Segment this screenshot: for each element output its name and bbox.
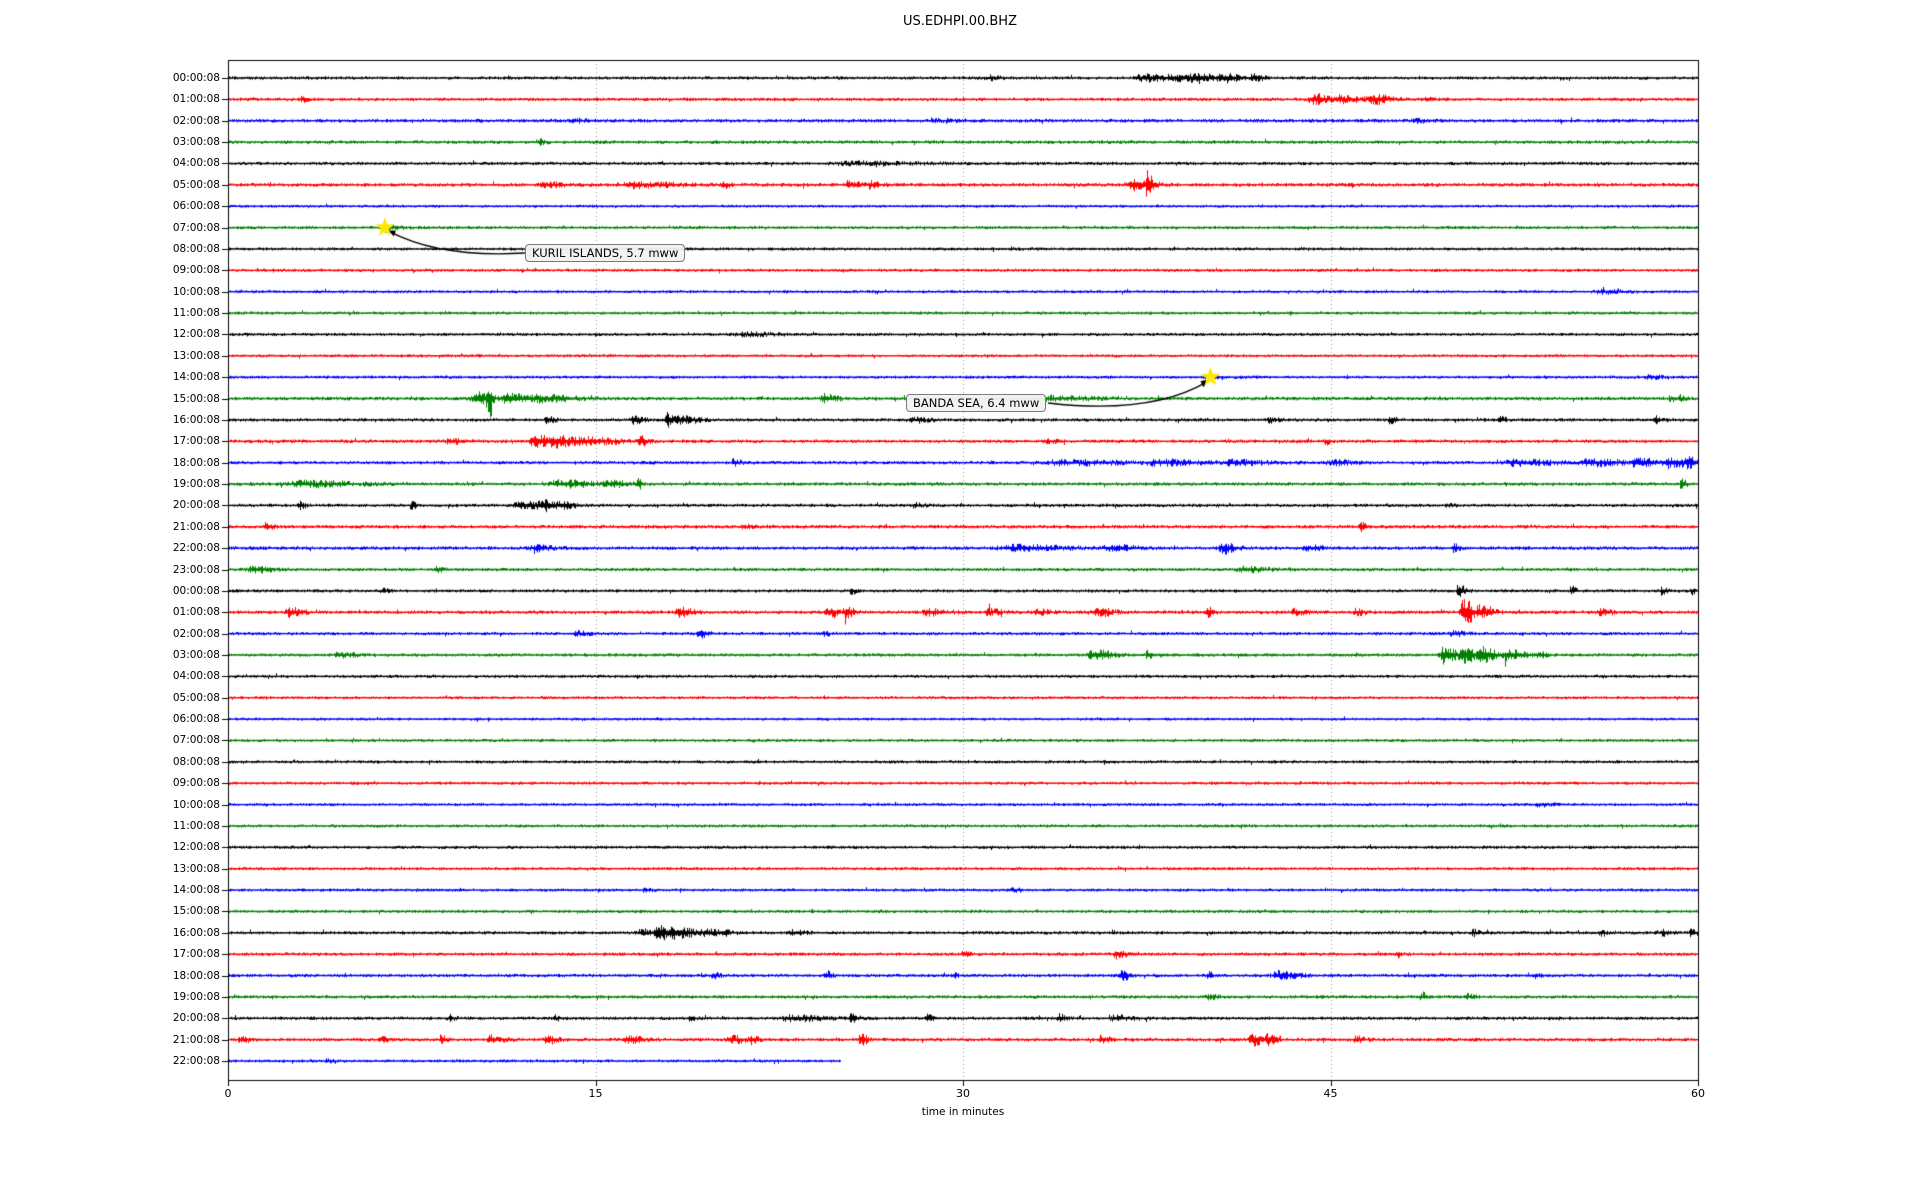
y-axis-label: 04:00:08	[172, 157, 220, 170]
y-axis-label: 12:00:08	[172, 841, 220, 854]
y-axis-label: 05:00:08	[172, 178, 220, 191]
y-axis-label: 07:00:08	[172, 221, 220, 234]
y-axis-label: 03:00:08	[172, 648, 220, 661]
y-axis-label: 01:00:08	[172, 606, 220, 619]
y-axis-label: 11:00:08	[172, 819, 220, 832]
y-axis-label: 08:00:08	[172, 755, 220, 768]
y-axis-label: 02:00:08	[172, 114, 220, 127]
y-axis-label: 22:00:08	[172, 542, 220, 555]
y-axis-label: 06:00:08	[172, 713, 220, 726]
helicorder-figure: US.EDHPI.00.BHZ 00:00:08 01:00:08 02:00:08…	[0, 0, 1920, 1200]
seismogram-canvas	[0, 0, 1920, 1200]
y-axis-label: 14:00:08	[172, 371, 220, 384]
y-axis-label: 17:00:08	[172, 435, 220, 448]
y-axis-label: 05:00:08	[172, 691, 220, 704]
y-axis-label: 16:00:08	[172, 413, 220, 426]
x-axis-tick-label: 15	[588, 1087, 603, 1100]
y-axis-label: 14:00:08	[172, 884, 220, 897]
y-axis-label: 09:00:08	[172, 777, 220, 790]
y-axis-label: 19:00:08	[172, 990, 220, 1003]
y-axis-label: 18:00:08	[172, 969, 220, 982]
y-axis-label: 12:00:08	[172, 328, 220, 341]
x-axis-title: time in minutes	[921, 1106, 1005, 1118]
y-axis-label: 21:00:08	[172, 520, 220, 533]
y-axis-label: 18:00:08	[172, 456, 220, 469]
y-axis-label: 20:00:08	[172, 1012, 220, 1025]
figure-title: US.EDHPI.00.BHZ	[903, 14, 1017, 29]
y-axis-label: 19:00:08	[172, 478, 220, 491]
x-axis-tick-label: 60	[1691, 1087, 1705, 1100]
y-axis-label: 17:00:08	[172, 948, 220, 961]
y-axis-label: 02:00:08	[172, 627, 220, 640]
y-axis-label: 23:00:08	[172, 563, 220, 576]
y-axis-label: 22:00:08	[172, 1055, 220, 1068]
y-axis-label: 13:00:08	[172, 862, 220, 875]
y-axis-label: 06:00:08	[172, 200, 220, 213]
y-axis-label: 10:00:08	[172, 285, 220, 298]
y-axis-label: 03:00:08	[172, 136, 220, 149]
y-axis-label: 07:00:08	[172, 734, 220, 747]
y-axis-label: 15:00:08	[172, 392, 220, 405]
y-axis-label: 00:00:08	[172, 72, 220, 84]
y-axis-label: 20:00:08	[172, 499, 220, 512]
y-axis-label: 16:00:08	[172, 926, 220, 939]
event-annotation-kuril-islands: KURIL ISLANDS, 5.7 mww	[525, 244, 686, 262]
x-axis-tick-label: 0	[224, 1087, 232, 1100]
y-axis-label: 00:00:08	[172, 584, 220, 597]
y-axis-label: 15:00:08	[172, 905, 220, 918]
y-axis-label: 01:00:08	[172, 93, 220, 106]
y-axis-label: 11:00:08	[172, 307, 220, 320]
x-axis-tick-label: 45	[1323, 1087, 1338, 1100]
y-axis-label: 08:00:08	[172, 242, 220, 255]
y-axis-label: 21:00:08	[172, 1033, 220, 1046]
x-axis-tick-label: 30	[956, 1087, 970, 1100]
y-axis-label: 10:00:08	[172, 798, 220, 811]
y-axis-label: 04:00:08	[172, 670, 220, 683]
y-axis-label: 09:00:08	[172, 264, 220, 277]
y-axis-label: 13:00:08	[172, 349, 220, 362]
event-annotation-banda-sea: BANDA SEA, 6.4 mww	[906, 394, 1047, 412]
